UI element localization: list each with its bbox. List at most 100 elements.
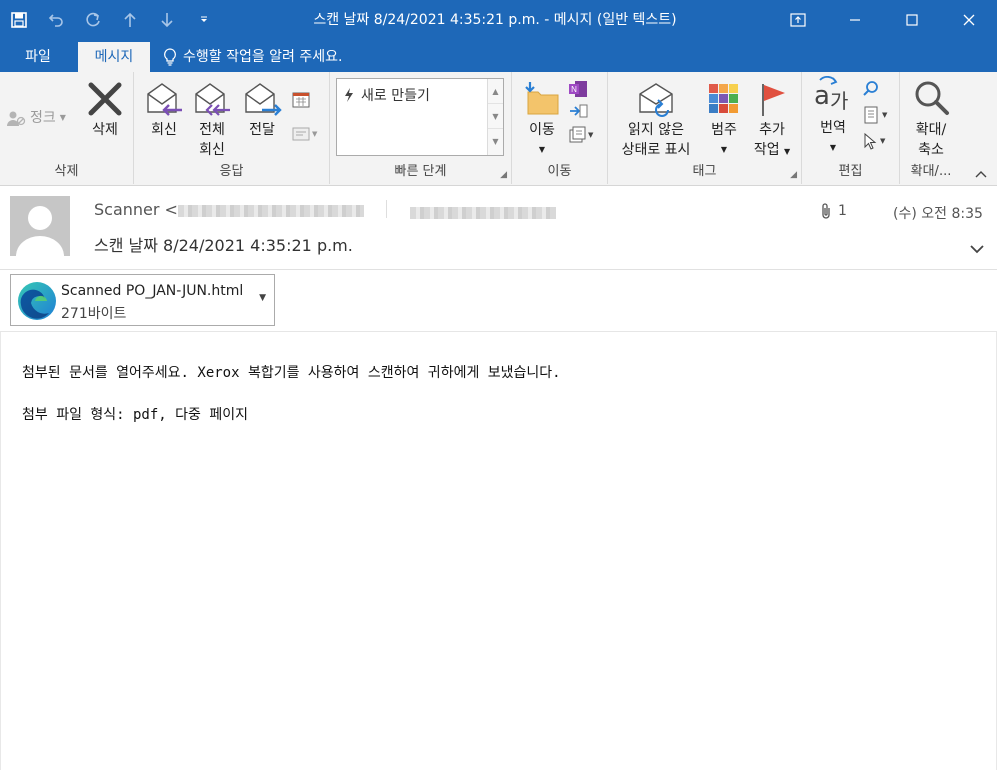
onenote-button[interactable]: N (568, 80, 588, 102)
reply-all-label-2: 회신 (199, 142, 225, 158)
reply-button[interactable]: 회신 (142, 80, 186, 140)
minimize-icon (849, 19, 860, 21)
move-dropdown-icon: ▼ (538, 145, 546, 154)
forward-button[interactable]: 전달 (240, 80, 284, 140)
folder-move-icon (525, 82, 559, 115)
calendar-icon (292, 92, 310, 108)
redo-button[interactable] (74, 0, 111, 40)
translate-dropdown-icon: ▼ (829, 143, 837, 152)
tab-file[interactable]: 파일 (8, 42, 68, 72)
delete-label: 삭제 (92, 122, 118, 138)
select-button[interactable]: ▼ (862, 132, 885, 150)
translate-label: 번역 (820, 120, 846, 136)
previous-item-button[interactable] (111, 0, 148, 40)
tab-message[interactable]: 메시지 (78, 42, 150, 72)
lightbulb-icon (164, 48, 176, 66)
reply-label: 회신 (151, 122, 177, 138)
message-body: 첨부된 문서를 열어주세요. Xerox 복합기를 사용하여 스캔하여 귀하에게… (0, 332, 997, 770)
ribbon: 정크 ▼ 삭제 삭제 회신 전체 회신 전달 ▼ 응답 새로 만들기 ▲ ▼ ▼… (0, 72, 997, 186)
ribbon-group-respond: 회신 전체 회신 전달 ▼ 응답 (134, 72, 330, 184)
quick-access-toolbar (0, 0, 222, 40)
more-respond-dropdown-icon: ▼ (312, 130, 318, 138)
window-title: 스캔 날짜 8/24/2021 4:35:21 p.m. - 메시지 (일반 텍… (313, 12, 677, 28)
scroll-down-icon[interactable]: ▼ (488, 104, 503, 129)
junk-icon (7, 111, 26, 126)
translate-button[interactable]: a가 번역 ▼ (808, 76, 858, 158)
follow-up-label-1: 추가 (759, 122, 785, 138)
zoom-button[interactable]: 확대/ 축소 (906, 78, 956, 160)
quick-steps-gallery[interactable]: 새로 만들기 ▲ ▼ ▼ (336, 78, 504, 156)
follow-up-button[interactable]: 추가 작업 ▼ (750, 80, 794, 162)
ribbon-group-zoom: 확대/ 축소 확대/... (900, 72, 962, 184)
delete-button[interactable]: 삭제 (82, 80, 128, 140)
save-icon (10, 12, 27, 28)
paperclip-icon (822, 203, 830, 219)
redo-icon (85, 12, 100, 27)
search-icon (863, 81, 878, 96)
received-date: (수) 오전 8:35 (893, 206, 983, 222)
gallery-more-icon[interactable]: ▼ (488, 129, 503, 154)
mark-unread-label-1: 읽지 않은 (628, 122, 684, 138)
sender[interactable]: Scanner < (94, 200, 364, 219)
group-label-move: 이동 (547, 164, 572, 179)
junk-button[interactable]: 정크 ▼ (6, 108, 66, 128)
related-dropdown-icon: ▼ (882, 111, 888, 119)
select-dropdown-icon: ▼ (880, 137, 886, 145)
junk-dropdown-icon: ▼ (59, 113, 66, 122)
more-respond-button[interactable]: ▼ (292, 126, 317, 142)
svg-text:a: a (814, 81, 830, 111)
maximize-button[interactable] (883, 0, 940, 40)
close-icon (963, 14, 974, 26)
related-button[interactable]: ▼ (862, 106, 887, 124)
quick-step-new[interactable]: 새로 만들기 (343, 85, 430, 105)
close-button[interactable] (940, 0, 997, 40)
tell-me-search[interactable]: 수행할 작업을 알려 주세요. (163, 42, 342, 72)
message-subject: 스캔 날짜 8/24/2021 4:35:21 p.m. (94, 236, 353, 255)
ribbon-group-move: 이동 ▼ N ▼ 이동 (512, 72, 608, 184)
categorize-icon (709, 84, 738, 113)
expand-header-button[interactable] (969, 241, 985, 257)
save-button[interactable] (0, 0, 37, 40)
recipient[interactable] (410, 205, 556, 220)
actions-button[interactable]: ▼ (568, 126, 593, 144)
quick-steps-scroll[interactable]: ▲ ▼ ▼ (487, 79, 503, 155)
undo-icon (48, 14, 63, 27)
sender-name: Scanner < (94, 200, 178, 219)
svg-text:가: 가 (830, 89, 848, 113)
mark-unread-button[interactable]: 읽지 않은 상태로 표시 (612, 80, 700, 160)
edge-browser-icon (17, 281, 57, 321)
window-controls (769, 0, 997, 40)
title-bar: 스캔 날짜 8/24/2021 4:35:21 p.m. - 메시지 (일반 텍… (0, 0, 997, 40)
group-label-zoom: 확대/... (910, 164, 952, 179)
meeting-button[interactable] (292, 90, 310, 112)
undo-button[interactable] (37, 0, 74, 40)
onenote-icon: N (569, 81, 587, 97)
delete-x-icon (88, 82, 122, 116)
move-button[interactable]: 이동 ▼ (520, 80, 564, 160)
cursor-icon (864, 132, 877, 150)
attachment-file[interactable]: Scanned PO_JAN-JUN.html 271바이트 ▼ (10, 274, 275, 326)
collapse-ribbon-icon[interactable] (975, 168, 987, 181)
divider (386, 200, 387, 218)
reply-all-icon (195, 83, 230, 116)
categorize-label: 범주 (711, 122, 737, 138)
next-item-button[interactable] (148, 0, 185, 40)
translate-icon: a가 (814, 76, 848, 113)
customize-toolbar-button[interactable] (185, 0, 222, 40)
ribbon-display-options-button[interactable] (769, 0, 826, 40)
reply-all-label-1: 전체 (199, 122, 225, 138)
related-icon (864, 106, 878, 124)
tell-me-text: 수행할 작업을 알려 주세요. (183, 49, 343, 65)
attachment-dropdown-icon[interactable]: ▼ (259, 293, 266, 303)
categorize-button[interactable]: 범주 ▼ (704, 80, 744, 160)
rules-button[interactable] (568, 102, 588, 124)
reply-all-button[interactable]: 전체 회신 (190, 80, 234, 160)
attachment-size: 271바이트 (61, 306, 127, 322)
minimize-button[interactable] (826, 0, 883, 40)
actions-icon (569, 126, 586, 143)
ribbon-tabs: 파일 메시지 수행할 작업을 알려 주세요. (0, 40, 997, 72)
ribbon-options-icon (789, 13, 806, 27)
attachment-count: 1 (838, 203, 847, 219)
scroll-up-icon[interactable]: ▲ (488, 79, 503, 104)
find-button[interactable] (862, 80, 880, 102)
